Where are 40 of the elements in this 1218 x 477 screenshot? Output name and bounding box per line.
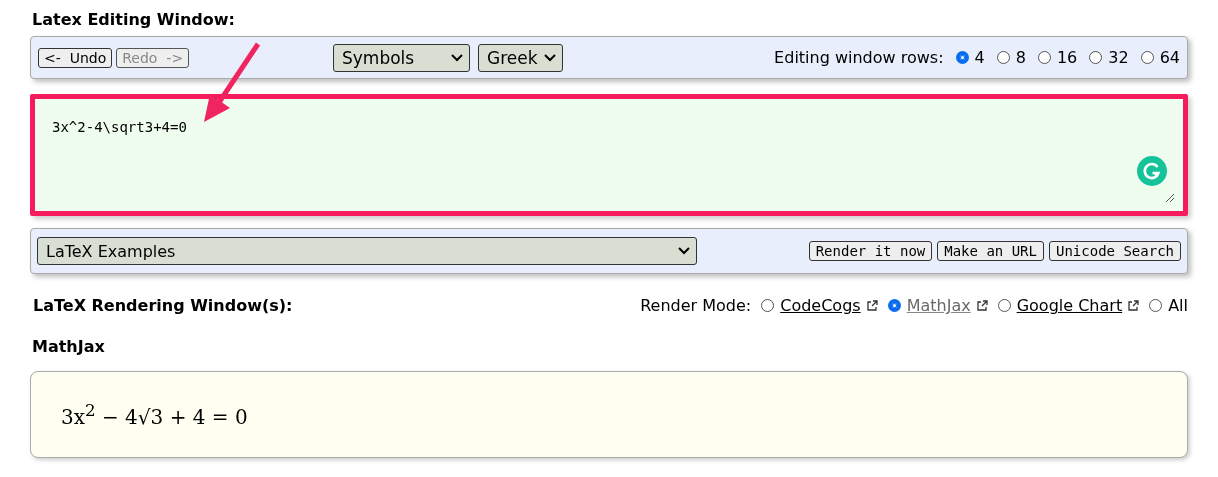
external-link-icon	[976, 300, 988, 311]
action-button[interactable]: Make an URL	[937, 241, 1044, 261]
radio-button[interactable]	[1140, 51, 1154, 64]
undo-button[interactable]: <- Undo	[38, 47, 113, 68]
chevron-icon	[451, 53, 463, 62]
radio-label: 4	[974, 48, 985, 67]
render-mode-link[interactable]: CodeCogs	[780, 296, 861, 315]
radio-button[interactable]	[761, 299, 775, 312]
section-title: LaTeX Rendering Window(s):	[33, 296, 293, 315]
resize-handle-icon[interactable]	[1165, 193, 1175, 203]
dropdown[interactable]: Greek	[478, 43, 563, 72]
chevron-icon	[543, 53, 556, 62]
radio-label: 16	[1056, 48, 1078, 67]
latex-editor[interactable]: 3x^2-4\sqrt3+4=0	[30, 94, 1188, 216]
radio-label: 32	[1108, 48, 1129, 67]
render-mode-label: Render Mode:	[640, 296, 752, 315]
dropdown[interactable]: Symbols	[333, 43, 470, 72]
radio-label: 64	[1159, 48, 1180, 67]
radio-button[interactable]	[996, 51, 1010, 64]
section-title: Latex Editing Window:	[32, 10, 235, 29]
chevron-icon	[678, 247, 690, 255]
panel-title: MathJax	[32, 337, 105, 356]
radio-label: All	[1168, 296, 1188, 315]
radio-button[interactable]	[1037, 51, 1051, 64]
action-button[interactable]: Render it now	[808, 241, 933, 261]
radio-button[interactable]	[887, 299, 901, 312]
render-mode-link[interactable]: MathJax	[906, 296, 971, 315]
radio-label: 8	[1015, 48, 1026, 67]
radio-button[interactable]	[997, 299, 1011, 312]
rows-label: Editing window rows:	[774, 48, 944, 67]
external-link-icon	[1128, 300, 1140, 311]
radio-button[interactable]	[955, 51, 969, 64]
radio-button[interactable]	[1149, 299, 1163, 312]
editor-text: 3x^2-4\sqrt3+4=0	[52, 119, 187, 135]
action-button[interactable]: Unicode Search	[1049, 241, 1181, 261]
rendered-formula: 3x$^{2}$ − 4√3 + 4 = 0	[61, 400, 248, 429]
external-link-icon	[866, 300, 878, 311]
examples-dropdown[interactable]: LaTeX Examples	[37, 237, 697, 265]
radio-button[interactable]	[1089, 51, 1103, 64]
render-mode-link[interactable]: Google Chart	[1016, 296, 1123, 315]
